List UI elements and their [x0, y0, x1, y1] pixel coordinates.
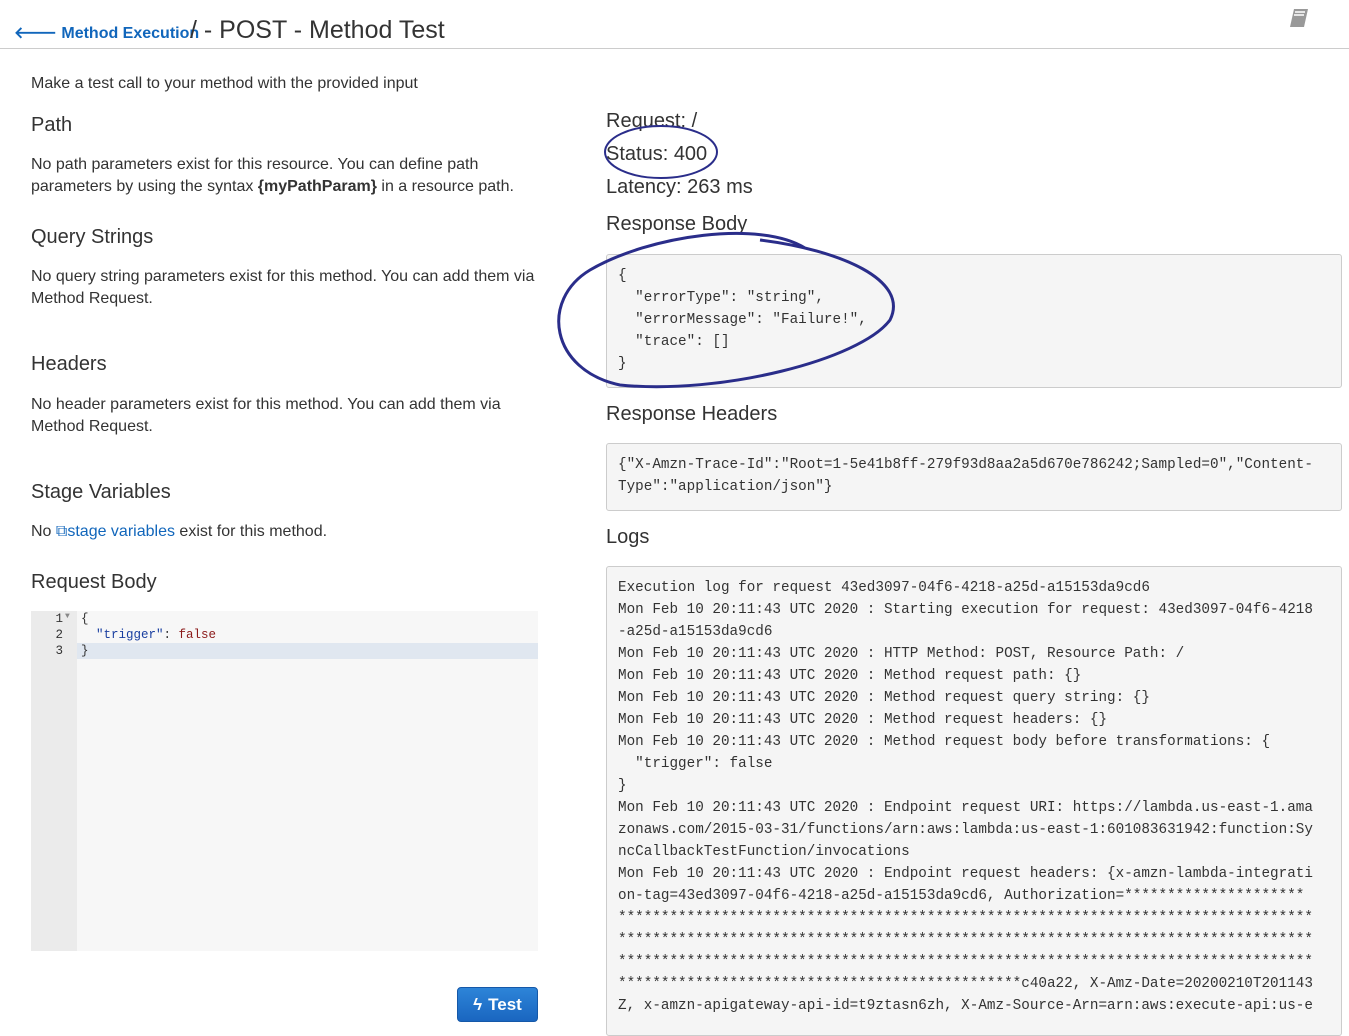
response-body: { "errorType": "string", "errorMessage":… — [606, 254, 1342, 388]
stage-variables-link[interactable]: ⧉stage variables — [56, 523, 175, 540]
page-title: / - POST - Method Test — [190, 16, 445, 44]
stage-variables-text: No ⧉stage variables exist for this metho… — [31, 523, 328, 540]
test-button[interactable]: ϟ Test — [457, 987, 538, 1022]
request-path: Request: / — [606, 110, 698, 132]
stage-variables-heading: Stage Variables — [31, 481, 171, 503]
line-number: 3 — [55, 644, 63, 658]
status-code: Status: 400 — [606, 143, 708, 165]
logs-output: Execution log for request 43ed3097-04f6-… — [606, 566, 1342, 1036]
path-heading: Path — [31, 114, 73, 136]
fold-arrow-icon[interactable]: ▼ — [65, 612, 70, 621]
lightning-icon: ϟ — [473, 994, 483, 1014]
back-label: Method Execution — [61, 25, 200, 42]
external-link-icon: ⧉ — [55, 523, 68, 540]
back-to-method-execution-link[interactable]: 🡐 Method Execution — [14, 22, 199, 43]
query-strings-heading: Query Strings — [31, 226, 154, 248]
headers-heading: Headers — [31, 353, 107, 375]
editor-gutter — [31, 611, 77, 951]
logs-heading: Logs — [606, 526, 650, 548]
line-number: 1 — [55, 612, 63, 626]
code-line: { — [81, 612, 89, 626]
page-header: 🡐 Method Execution / - POST - Method Tes… — [0, 0, 1349, 49]
active-line-highlight — [31, 643, 538, 659]
headers-text: No header parameters exist for this meth… — [31, 396, 501, 435]
intro-text: Make a test call to your method with the… — [31, 75, 418, 92]
book-icon[interactable] — [1288, 7, 1310, 29]
line-number: 2 — [55, 628, 63, 642]
code-line: "trigger": false — [96, 628, 217, 642]
code-line: } — [81, 644, 89, 658]
request-body-heading: Request Body — [31, 571, 157, 593]
path-text: No path parameters exist for this resour… — [31, 156, 514, 195]
response-headers-heading: Response Headers — [606, 403, 778, 425]
request-body-editor[interactable]: 1 ▼ 2 3 { "trigger": false } — [31, 611, 538, 951]
query-strings-text: No query string parameters exist for thi… — [31, 268, 535, 307]
latency: Latency: 263 ms — [606, 176, 753, 198]
response-headers: {"X-Amzn-Trace-Id":"Root=1-5e41b8ff-279f… — [606, 443, 1342, 511]
arrow-left-icon: 🡐 — [14, 25, 57, 42]
response-body-heading: Response Body — [606, 213, 748, 235]
